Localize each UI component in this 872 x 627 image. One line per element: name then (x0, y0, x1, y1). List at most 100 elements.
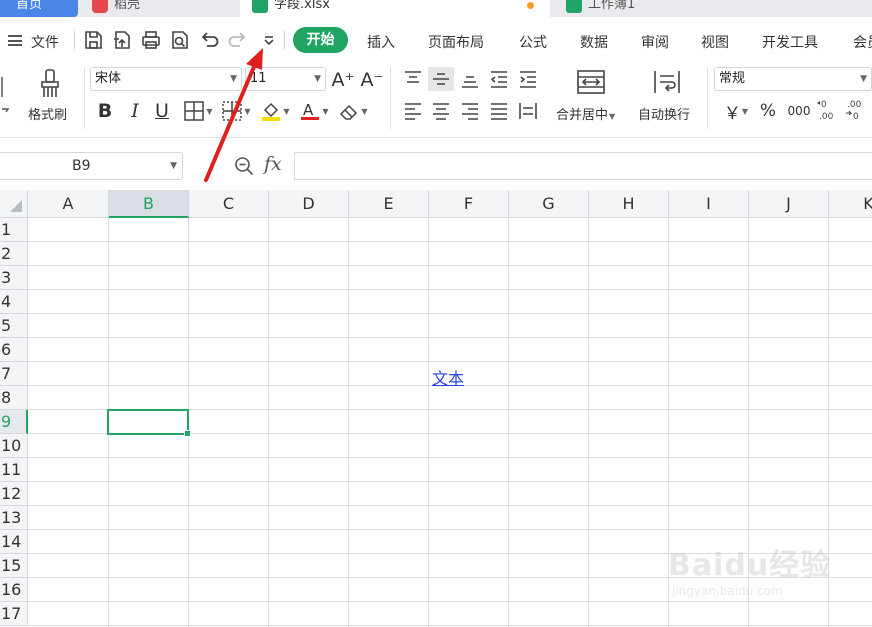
cell-fill-border-button[interactable]: ▼ (218, 99, 254, 123)
name-box[interactable]: B9 ▼ (0, 152, 183, 180)
italic-button[interactable]: I (124, 99, 146, 123)
row-header-2[interactable]: 2 (0, 242, 28, 266)
font-name-select[interactable]: 宋体 ▼ (90, 67, 242, 91)
ribbon-tab-review[interactable]: 审阅 (641, 32, 669, 52)
justify-button[interactable] (486, 99, 512, 123)
row-header-13[interactable]: 13 (0, 506, 28, 530)
ribbon-tab-home[interactable]: 开始 (293, 27, 348, 53)
column-header-C[interactable]: C (189, 190, 269, 218)
ribbon-tab-data[interactable]: 数据 (580, 32, 608, 52)
column-header-E[interactable]: E (349, 190, 429, 218)
tab-docer[interactable]: 稻壳 (80, 0, 232, 17)
grow-font-button[interactable]: A⁺ (331, 69, 355, 91)
align-left-button[interactable] (400, 99, 426, 123)
increase-decimal-button[interactable]: 0.00 (815, 97, 839, 123)
hamburger-icon[interactable] (8, 35, 22, 46)
row-header-14[interactable]: 14 (0, 530, 28, 554)
thousands-separator-button[interactable]: 000 (785, 99, 813, 123)
tab-home[interactable]: 首页 (0, 0, 78, 17)
svg-text:0: 0 (853, 112, 859, 122)
column-header-H[interactable]: H (589, 190, 669, 218)
row-header-11[interactable]: 11 (0, 458, 28, 482)
align-middle-button[interactable] (428, 67, 454, 91)
column-header-I[interactable]: I (669, 190, 749, 218)
save-icon[interactable] (82, 29, 104, 51)
ribbon-tab-developer[interactable]: 开发工具 (762, 32, 818, 52)
align-bottom-button[interactable] (457, 67, 483, 91)
underline-button[interactable]: U (151, 99, 173, 123)
wrap-text-icon[interactable] (651, 67, 683, 97)
cell-F7-hyperlink[interactable]: 文本 (432, 365, 464, 389)
ribbon-tab-member[interactable]: 会员 (853, 32, 872, 52)
font-color-button[interactable]: A ▼ (296, 99, 332, 123)
clear-button[interactable]: ▼ (335, 99, 371, 123)
row-header-5[interactable]: 5 (0, 314, 28, 338)
ribbon-tab-view[interactable]: 视图 (701, 32, 729, 52)
column-header-K[interactable]: K (829, 190, 872, 218)
font-size-select[interactable]: 11 ▼ (245, 67, 326, 91)
row-header-9[interactable]: 9 (0, 410, 28, 434)
align-center-button[interactable] (428, 99, 454, 123)
currency-button[interactable]: ￥ ▼ (719, 99, 753, 124)
tab-workbook1[interactable]: 工作簿1 (556, 0, 846, 17)
search-function-icon[interactable] (233, 155, 255, 177)
merge-center-icon[interactable] (575, 67, 607, 97)
print-preview-icon[interactable] (169, 29, 191, 51)
row-header-1[interactable]: 1 (0, 218, 28, 242)
ribbon-tab-formulas[interactable]: 公式 (519, 32, 547, 52)
ribbon-tab-page-layout[interactable]: 页面布局 (428, 32, 484, 52)
row-header-3[interactable]: 3 (0, 266, 28, 290)
column-header-D[interactable]: D (269, 190, 349, 218)
active-cell-B9[interactable] (107, 409, 191, 437)
row-header-12[interactable]: 12 (0, 482, 28, 506)
column-header-J[interactable]: J (749, 190, 829, 218)
gridline (28, 481, 872, 482)
customize-quick-access-icon[interactable] (258, 29, 280, 51)
wrap-text-label[interactable]: 自动换行 (638, 104, 690, 123)
worksheet-grid[interactable]: A B C D E F G H I J K 1 2 3 4 5 6 7 8 9 … (0, 190, 872, 627)
format-painter-label[interactable]: 格式刷 (28, 104, 67, 123)
column-header-B[interactable]: B (109, 190, 189, 218)
tab-active-workbook[interactable]: 字段.xlsx (240, 0, 550, 17)
fill-color-button[interactable]: ▼ (257, 99, 293, 123)
row-header-10[interactable]: 10 (0, 434, 28, 458)
row-header-8[interactable]: 8 (0, 386, 28, 410)
paste-button[interactable] (0, 68, 12, 130)
export-pdf-icon[interactable] (111, 29, 133, 51)
column-header-A[interactable]: A (28, 190, 109, 218)
decrease-indent-button[interactable] (486, 67, 512, 91)
format-painter-icon[interactable] (36, 68, 64, 100)
divider (390, 67, 391, 129)
increase-indent-icon (520, 71, 536, 88)
row-header-6[interactable]: 6 (0, 338, 28, 362)
percent-button[interactable]: % (757, 99, 779, 123)
distributed-align-button[interactable] (515, 99, 541, 123)
menu-file[interactable]: 文件 (31, 32, 59, 52)
formula-input[interactable] (294, 152, 872, 180)
increase-indent-button[interactable] (515, 67, 541, 91)
insert-function-button[interactable]: fx (264, 153, 282, 175)
number-format-select[interactable]: 常规 ▼ (714, 67, 872, 91)
print-icon[interactable] (140, 29, 162, 51)
bold-button[interactable]: B (94, 99, 116, 123)
ribbon-tab-insert[interactable]: 插入 (367, 32, 395, 52)
borders-button[interactable]: ▼ (180, 99, 216, 123)
row-header-15[interactable]: 15 (0, 554, 28, 578)
merge-center-button[interactable]: 合并居中▼ (556, 104, 615, 123)
align-bottom-icon (462, 76, 478, 88)
redo-icon[interactable] (227, 29, 249, 51)
align-top-button[interactable] (400, 67, 426, 91)
row-header-7[interactable]: 7 (0, 362, 28, 386)
column-header-F[interactable]: F (429, 190, 509, 218)
align-right-button[interactable] (457, 99, 483, 123)
select-all-button[interactable] (0, 190, 28, 218)
column-header-G[interactable]: G (509, 190, 589, 218)
row-header-16[interactable]: 16 (0, 578, 28, 602)
decrease-decimal-button[interactable]: .00 0 (843, 97, 867, 123)
currency-label: ￥ (723, 103, 741, 124)
row-header-17[interactable]: 17 (0, 602, 28, 626)
undo-icon[interactable] (198, 29, 220, 51)
shrink-font-button[interactable]: A⁻ (360, 69, 384, 91)
row-header-4[interactable]: 4 (0, 290, 28, 314)
chevron-down-icon: ▼ (206, 106, 213, 116)
